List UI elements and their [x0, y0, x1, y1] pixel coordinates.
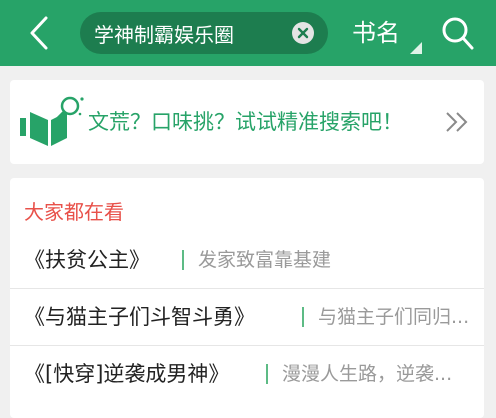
search-scope-selector[interactable]: 书名 [352, 16, 400, 50]
double-chevron-right-icon [446, 112, 468, 132]
top-bar: 书名 [0, 0, 496, 66]
precise-search-hint: 文荒？口味挑？试试精准搜索吧！ [88, 110, 403, 134]
separator [266, 364, 268, 384]
book-title: 《与猫主子们斗智斗勇》 [24, 305, 255, 329]
list-item[interactable]: 《与猫主子们斗智斗勇》 与猫主子们同归... [10, 289, 484, 346]
back-button[interactable] [22, 14, 58, 52]
book-title: 《扶贫公主》 [24, 248, 150, 272]
trending-list: 《扶贫公主》 发家致富靠基建 《与猫主子们斗智斗勇》 与猫主子们同归... 《[… [10, 232, 484, 402]
clear-icon [292, 22, 314, 44]
separator [182, 250, 184, 270]
search-input[interactable] [94, 12, 284, 54]
book-title: 《[快穿]逆袭成男神》 [24, 362, 230, 386]
dropdown-corner-icon [410, 42, 422, 54]
book-tagline: 发家致富靠基建 [198, 249, 332, 271]
search-box[interactable] [80, 12, 328, 54]
list-item[interactable]: 《扶贫公主》 发家致富靠基建 [10, 232, 484, 289]
chevron-left-icon [30, 16, 48, 50]
clear-search-button[interactable] [292, 22, 314, 44]
search-icon [442, 17, 474, 50]
separator [302, 307, 304, 327]
precise-search-banner[interactable]: 文荒？口味挑？试试精准搜索吧！ [10, 80, 484, 164]
list-item[interactable]: 《[快穿]逆袭成男神》 漫漫人生路，逆袭... [10, 346, 484, 402]
book-tagline: 与猫主子们同归... [318, 306, 470, 328]
search-button[interactable] [440, 14, 476, 52]
trending-section: 大家都在看 《扶贫公主》 发家致富靠基建 《与猫主子们斗智斗勇》 与猫主子们同归… [10, 178, 484, 418]
book-tagline: 漫漫人生路，逆袭... [282, 363, 453, 385]
reading-magnifier-icon [20, 96, 84, 146]
trending-title: 大家都在看 [24, 200, 124, 224]
